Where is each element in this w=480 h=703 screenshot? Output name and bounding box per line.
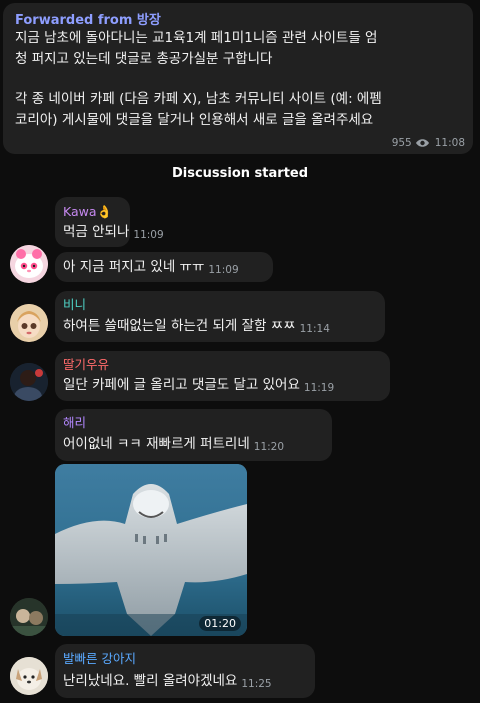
avatar[interactable] [10,657,48,695]
message-text: 먹금 안되나 11:09 [63,222,164,245]
message-text: 난리났네요. 빨리 올려야겠네요 11:25 [63,671,272,694]
forwarded-line-1: 지금 남초에 돌아다니는 교1육1계 페1미1니즘 관련 사이트들 엄 [15,30,378,46]
view-count: 955 [391,137,412,149]
message-bubble[interactable]: 발빠른 강아지 난리났네요. 빨리 올려야겠네요 11:25 [55,644,315,698]
photo-avatar-icon [10,363,48,401]
dog-avatar-icon [10,657,48,695]
message-time: 11:14 [299,323,330,335]
message-bubble[interactable]: 해리 어이없네 ㅋㅋ 재빠르게 퍼트리네 11:20 [55,409,332,461]
doll-avatar-icon [10,304,48,342]
sender-name[interactable]: Kawa👌 [63,204,112,220]
message-bubble[interactable]: Kawa👌 먹금 안되나 11:09 [55,197,164,247]
stingray-video-thumbnail [55,464,247,636]
forwarded-time: 11:08 [434,137,465,149]
message-text: 아 지금 퍼지고 있네 ㅠㅠ 11:09 [63,257,239,280]
message-time: 11:20 [253,441,285,453]
avatar[interactable] [10,245,48,283]
message-time: 11:25 [241,678,272,690]
sender-name[interactable]: 비니 [63,297,86,313]
forwarded-header[interactable]: Forwarded from 방장 [15,9,161,28]
message-content: 하여튼 쓸때없는일 하는건 되게 잘함 ㅉㅉ [63,318,296,334]
forwarded-line-3: 각 종 네이버 카페 (다음 카페 X), 남초 커뮤니티 사이트 (예: 에펨 [15,91,382,107]
forwarded-message[interactable]: Forwarded from 방장 지금 남초에 돌아다니는 교1육1계 페1미… [3,3,473,154]
message-content: 어이없네 ㅋㅋ 재빠르게 퍼트리네 [63,436,250,452]
avatar[interactable] [10,363,48,401]
sender-name[interactable]: 발빠른 강아지 [63,651,136,667]
message-content: 아 지금 퍼지고 있네 ㅠㅠ [63,259,205,275]
message-text: 하여튼 쓸때없는일 하는건 되게 잘함 ㅉㅉ 11:14 [63,316,330,339]
avatar[interactable] [10,598,48,636]
sender-name[interactable]: 해리 [63,415,86,431]
sender-name[interactable]: 딸기우유 [63,357,109,373]
message-time: 11:19 [303,382,335,394]
forwarded-line-4: 코리아) 게시물에 댓글을 달거나 인용해서 새로 글을 올려주세요 [15,112,374,128]
forwarded-meta: 955 11:08 [392,137,465,149]
video-message[interactable]: 01:20 [55,464,247,636]
message-text: 일단 카페에 글 올리고 댓글도 달고 있어요 11:19 [63,375,334,398]
message-content: 먹금 안되나 [63,224,130,240]
cartoon-cat-avatar-icon [10,245,48,283]
message-content: 일단 카페에 글 올리고 댓글도 달고 있어요 [63,377,300,393]
eye-icon [415,139,429,147]
message-content: 난리났네요. 빨리 올려야겠네요 [63,673,238,689]
message-time: 11:09 [208,264,239,276]
video-duration: 01:20 [199,616,241,631]
message-text: 어이없네 ㅋㅋ 재빠르게 퍼트리네 11:20 [63,434,284,457]
message-time: 11:09 [133,229,164,241]
photo-avatar-icon [10,598,48,636]
discussion-started-notice: Discussion started [171,166,309,181]
message-bubble[interactable]: 딸기우유 일단 카페에 글 올리고 댓글도 달고 있어요 11:19 [55,351,390,401]
message-bubble[interactable]: 비니 하여튼 쓸때없는일 하는건 되게 잘함 ㅉㅉ 11:14 [55,291,385,342]
forwarded-line-2: 청 퍼지고 있는데 댓글로 총공가실분 구합니다 [15,51,273,67]
message-bubble[interactable]: 아 지금 퍼지고 있네 ㅠㅠ 11:09 [55,252,273,282]
avatar[interactable] [10,304,48,342]
